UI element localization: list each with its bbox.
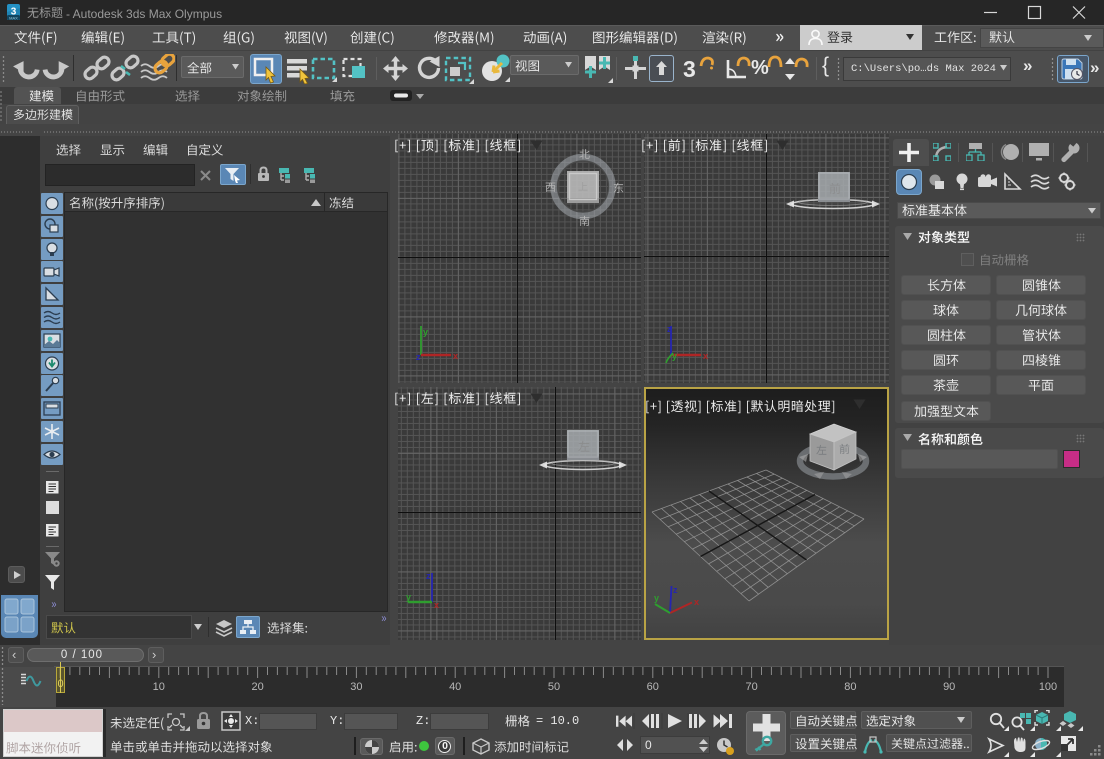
- svg-text:80: 80: [844, 681, 856, 693]
- svg-text:MAX: MAX: [9, 16, 18, 21]
- svg-text:z: z: [426, 571, 431, 581]
- svg-text:z: z: [673, 585, 678, 595]
- svg-text:40: 40: [449, 681, 461, 693]
- svg-text:x: x: [703, 351, 708, 361]
- svg-text:z: z: [667, 324, 672, 334]
- svg-text:z: z: [416, 352, 421, 362]
- svg-text:y: y: [654, 593, 659, 603]
- svg-text:70: 70: [745, 681, 757, 693]
- svg-text:x: x: [453, 351, 458, 361]
- svg-text:60: 60: [647, 681, 659, 693]
- svg-text:x: x: [694, 597, 699, 607]
- svg-text:30: 30: [350, 681, 362, 693]
- svg-text:y: y: [423, 327, 428, 337]
- svg-text:20: 20: [251, 681, 263, 693]
- svg-text:y: y: [406, 592, 411, 602]
- svg-text:y: y: [672, 351, 677, 361]
- svg-text:x: x: [434, 600, 439, 610]
- svg-text:10: 10: [153, 681, 165, 693]
- svg-text:100: 100: [1039, 681, 1057, 693]
- svg-text:90: 90: [943, 681, 955, 693]
- svg-text:50: 50: [548, 681, 560, 693]
